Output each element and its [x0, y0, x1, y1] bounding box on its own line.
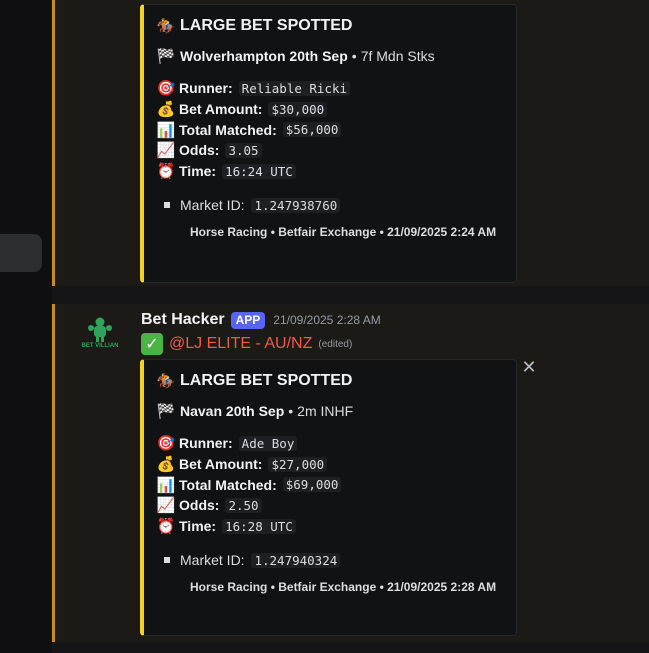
money-bag-icon: 💰 — [156, 101, 176, 119]
bet-embed: 🏇 LARGE BET SPOTTED 🏁 Wolverhampton 20th… — [140, 4, 517, 283]
bar-chart-icon: 📊 — [156, 121, 176, 139]
mention-line: ✓ @LJ ELITE - AU/NZ (edited) — [141, 332, 352, 356]
chart-up-icon: 📈 — [156, 497, 176, 515]
embed-title: 🏇 LARGE BET SPOTTED — [156, 17, 353, 35]
avatar-text: BET VILLIAN — [81, 343, 119, 349]
bet-amount-field: 💰 Bet Amount: $27,000 — [156, 454, 502, 475]
field-list: 🎯 Runner: Ade Boy 💰 Bet Amount: $27,000 … — [156, 433, 502, 536]
bet-amount-field: 💰 Bet Amount: $30,000 — [156, 99, 502, 120]
server-sidebar — [0, 0, 52, 653]
message-header: Bet Hacker APP 21/09/2025 2:28 AM — [141, 310, 381, 330]
edited-label: (edited) — [318, 338, 353, 350]
race-name: Navan 20th Sep — [180, 403, 285, 419]
message-2: BET VILLIAN Bet Hacker APP 21/09/2025 2:… — [52, 304, 649, 642]
bet-villian-logo-icon — [88, 317, 112, 342]
market-id: 1.247938760 — [251, 198, 341, 214]
checkered-flag-icon: 🏁 — [156, 48, 176, 65]
target-icon: 🎯 — [156, 80, 176, 98]
alarm-clock-icon: ⏰ — [156, 518, 176, 536]
runner-field: 🎯 Runner: Reliable Ricki — [156, 78, 502, 99]
time-field: ⏰ Time: 16:28 UTC — [156, 516, 502, 537]
bet-embed: 🏇 LARGE BET SPOTTED 🏁 Navan 20th Sep • 2… — [140, 359, 517, 636]
alarm-clock-icon: ⏰ — [156, 163, 176, 181]
odds-field: 📈 Odds: 2.50 — [156, 495, 502, 516]
market-id: 1.247940324 — [251, 553, 341, 569]
horse-racing-icon: 🏇 — [156, 373, 176, 390]
total-matched-field: 📊 Total Matched: $69,000 — [156, 474, 502, 495]
race-type: 7f Mdn Stks — [360, 48, 435, 64]
bullet-icon — [164, 557, 170, 564]
username[interactable]: Bet Hacker — [141, 311, 225, 329]
avatar[interactable]: BET VILLIAN — [80, 312, 120, 352]
race-type: 2m INHF — [297, 403, 354, 419]
message-divider — [52, 286, 649, 304]
odds-field: 📈 Odds: 3.05 — [156, 140, 502, 161]
embed-footer: Horse Racing • Betfair Exchange • 21/09/… — [190, 225, 497, 240]
message-divider — [52, 642, 649, 653]
message-1: 🏇 LARGE BET SPOTTED 🏁 Wolverhampton 20th… — [52, 0, 649, 286]
money-bag-icon: 💰 — [156, 456, 176, 474]
total-matched-field: 📊 Total Matched: $56,000 — [156, 119, 502, 140]
embed-title: 🏇 LARGE BET SPOTTED — [156, 372, 353, 390]
bar-chart-icon: 📊 — [156, 476, 176, 494]
bullet-icon — [164, 202, 170, 209]
market-id-line: Market ID: 1.247940324 — [156, 550, 502, 570]
chart-up-icon: 📈 — [156, 142, 176, 160]
time-field: ⏰ Time: 16:24 UTC — [156, 161, 502, 182]
field-list: 🎯 Runner: Reliable Ricki 💰 Bet Amount: $… — [156, 78, 502, 181]
role-mention[interactable]: @LJ ELITE - AU/NZ — [169, 335, 312, 353]
app-badge: APP — [230, 311, 266, 329]
sidebar-selected-item[interactable] — [0, 234, 42, 272]
race-line: 🏁 Navan 20th Sep • 2m INHF — [156, 403, 354, 420]
race-name: Wolverhampton 20th Sep — [180, 48, 348, 64]
runner-field: 🎯 Runner: Ade Boy — [156, 433, 502, 454]
embed-footer: Horse Racing • Betfair Exchange • 21/09/… — [190, 580, 497, 595]
target-icon: 🎯 — [156, 435, 176, 453]
timestamp[interactable]: 21/09/2025 2:28 AM — [273, 313, 380, 327]
horse-racing-icon: 🏇 — [156, 18, 176, 35]
check-mark-icon: ✓ — [141, 333, 163, 355]
checkered-flag-icon: 🏁 — [156, 403, 176, 420]
close-icon[interactable]: ✕ — [521, 358, 537, 376]
race-line: 🏁 Wolverhampton 20th Sep • 7f Mdn Stks — [156, 48, 435, 65]
market-id-line: Market ID: 1.247938760 — [156, 195, 502, 215]
